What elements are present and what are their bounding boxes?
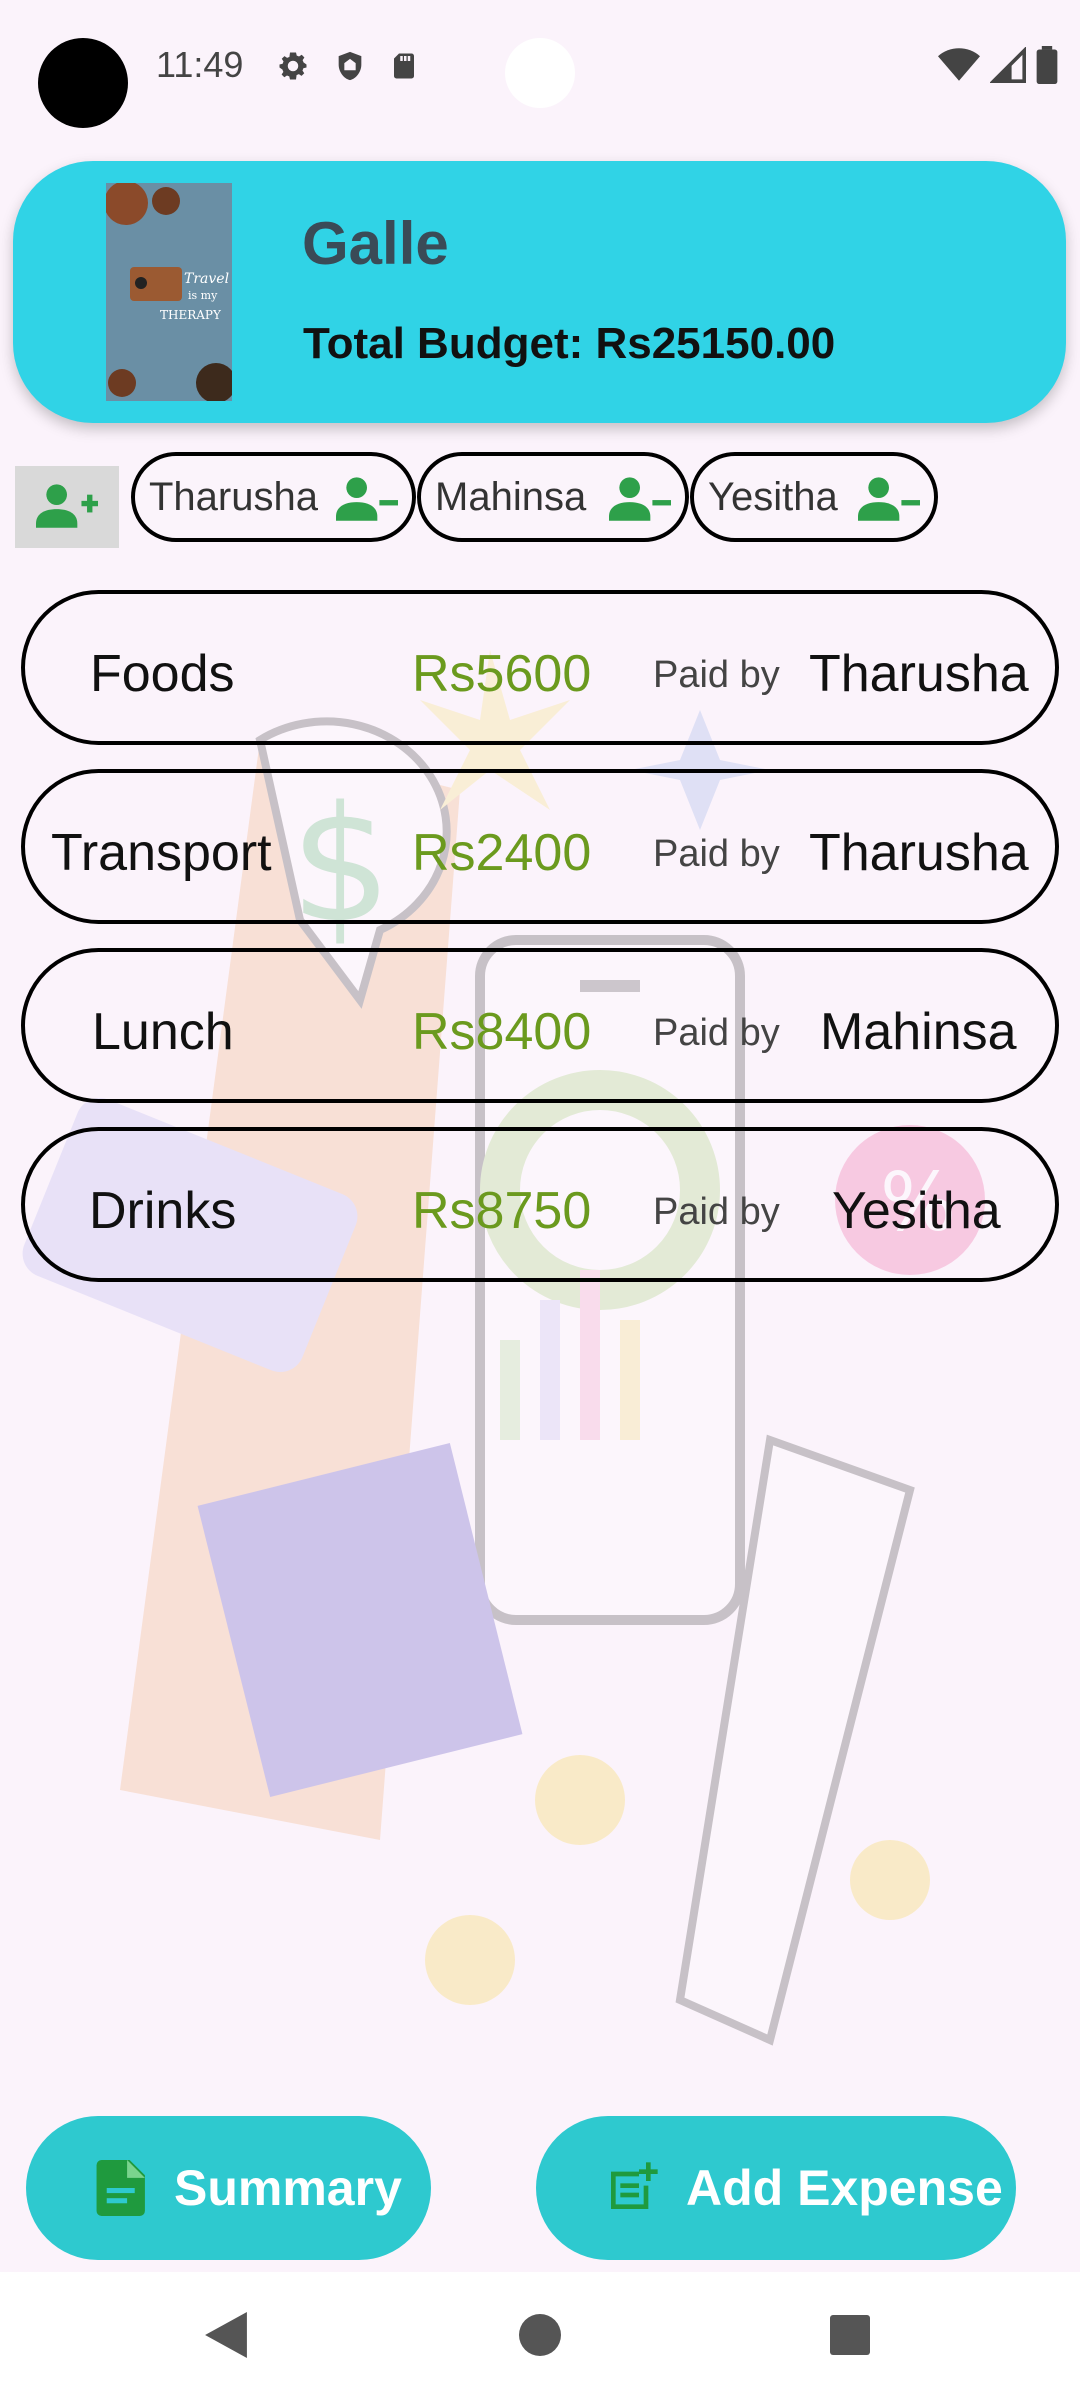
signal-icon bbox=[989, 46, 1026, 88]
cover-text-1: Travel bbox=[184, 271, 229, 287]
gear-icon bbox=[275, 48, 311, 89]
add-expense-button[interactable]: Add Expense bbox=[536, 2116, 1016, 2260]
expense-row[interactable]: Foods Rs5600 Paid by Tharusha bbox=[21, 590, 1059, 745]
paid-by-label: Paid by bbox=[653, 833, 780, 875]
expense-category: Drinks bbox=[89, 1182, 237, 1240]
trip-title: Galle bbox=[302, 210, 449, 277]
expense-amount: Rs2400 bbox=[412, 824, 592, 882]
add-member-button[interactable] bbox=[15, 466, 119, 548]
summary-label: Summary bbox=[174, 2160, 402, 2216]
cover-text-2: is my bbox=[188, 289, 218, 302]
back-triangle-icon[interactable] bbox=[204, 2312, 248, 2363]
expense-payer: Mahinsa bbox=[820, 1003, 1017, 1061]
remove-person-icon[interactable] bbox=[336, 474, 398, 527]
remove-person-icon[interactable] bbox=[858, 474, 920, 527]
trip-total-budget: Total Budget: Rs25150.00 bbox=[303, 319, 836, 368]
expense-row[interactable]: Lunch Rs8400 Paid by Mahinsa bbox=[21, 948, 1059, 1103]
expense-amount: Rs8750 bbox=[412, 1182, 592, 1240]
expense-row[interactable]: Transport Rs2400 Paid by Tharusha bbox=[21, 769, 1059, 924]
camera-cutout bbox=[38, 38, 128, 128]
expense-row[interactable]: Drinks Rs8750 Paid by Yesitha bbox=[21, 1127, 1059, 1282]
paid-by-label: Paid by bbox=[653, 1012, 780, 1054]
paid-by-label: Paid by bbox=[653, 1191, 780, 1233]
status-time: 11:49 bbox=[156, 44, 244, 85]
member-chip[interactable]: Tharusha bbox=[131, 452, 416, 542]
expense-payer: Tharusha bbox=[809, 824, 1029, 882]
wifi-icon bbox=[938, 47, 980, 88]
member-name: Tharusha bbox=[149, 474, 318, 519]
expense-category: Transport bbox=[51, 824, 272, 882]
cover-text-3: THERAPY bbox=[160, 308, 222, 322]
member-chip[interactable]: Yesitha bbox=[690, 452, 938, 542]
recents-square-icon[interactable] bbox=[830, 2315, 870, 2360]
summary-button[interactable]: Summary bbox=[26, 2116, 431, 2260]
expense-amount: Rs5600 bbox=[412, 645, 592, 703]
navigation-bar bbox=[0, 2272, 1080, 2400]
status-bar: 11:49 bbox=[0, 0, 1080, 140]
member-name: Yesitha bbox=[708, 474, 838, 519]
expense-amount: Rs8400 bbox=[412, 1003, 592, 1061]
expense-category: Foods bbox=[90, 645, 235, 703]
paid-by-label: Paid by bbox=[653, 654, 780, 696]
expense-payer: Yesitha bbox=[832, 1182, 1001, 1240]
expense-payer: Tharusha bbox=[809, 645, 1029, 703]
member-name: Mahinsa bbox=[435, 474, 587, 519]
trip-header-card: Travel is my THERAPY Galle Total Budget:… bbox=[13, 161, 1066, 423]
add-note-icon bbox=[604, 2160, 660, 2216]
expense-category: Lunch bbox=[92, 1003, 234, 1061]
shield-icon bbox=[333, 48, 367, 89]
remove-person-icon[interactable] bbox=[609, 474, 671, 527]
document-icon bbox=[96, 2160, 148, 2216]
trip-cover-image: Travel is my THERAPY bbox=[106, 183, 232, 401]
sd-card-icon bbox=[389, 49, 419, 88]
add-person-icon bbox=[36, 480, 98, 535]
battery-icon bbox=[1036, 46, 1058, 89]
member-chip[interactable]: Mahinsa bbox=[417, 452, 689, 542]
add-expense-label: Add Expense bbox=[686, 2160, 1003, 2216]
notification-dot bbox=[505, 38, 575, 108]
home-circle-icon[interactable] bbox=[519, 2314, 561, 2361]
